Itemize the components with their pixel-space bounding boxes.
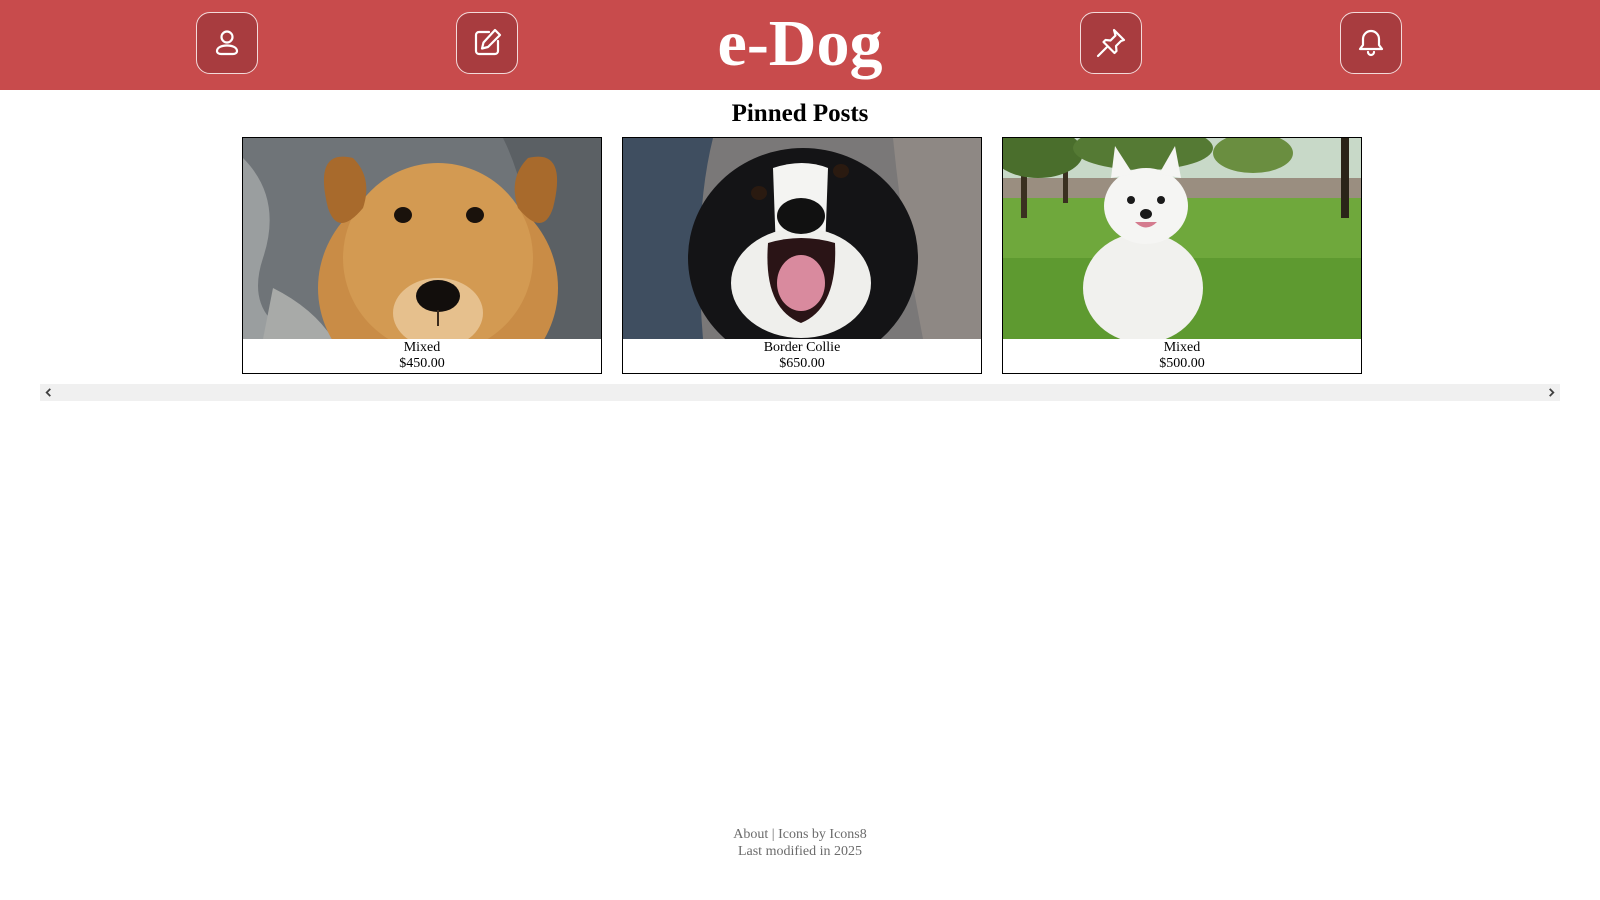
user-icon [215,30,239,56]
tan-dog-face-photo [243,138,601,339]
edit-icon [474,28,502,56]
footer: About | Icons by Icons8 Last modified in… [0,826,1600,860]
post-card[interactable]: Border Collie $650.00 [622,137,982,374]
new-post-button[interactable] [456,12,518,74]
bell-icon [1358,29,1384,57]
scroll-left-button[interactable] [40,384,57,401]
horizontal-scrollbar[interactable] [40,384,1560,401]
last-modified-text: Last modified in 2025 [737,844,863,859]
white-puppy-on-grass-photo [1003,138,1361,339]
post-price: $650.00 [779,356,825,371]
pinned-posts-carousel[interactable]: Mixed $450.00 Border Collie $650.00 Mixe… [40,136,1560,402]
profile-button[interactable] [196,12,258,74]
post-price: $450.00 [399,356,445,371]
notifications-button[interactable] [1340,12,1402,74]
post-breed: Border Collie [763,340,841,355]
pinned-button[interactable] [1080,12,1142,74]
footer-separator: | [771,827,775,842]
header-bar: e-Dog [0,0,1600,90]
post-breed: Mixed [1163,340,1201,355]
pinned-posts-list: Mixed $450.00 Border Collie $650.00 Mixe… [242,137,1362,375]
footer-links: About | Icons by Icons8 [0,826,1600,843]
post-price: $500.00 [1159,356,1205,371]
post-breed: Mixed [403,340,441,355]
post-card[interactable]: Mixed $500.00 [1002,137,1362,374]
about-link[interactable]: About [733,827,768,842]
pin-icon [1096,28,1126,58]
icons8-credit-link[interactable]: Icons by Icons8 [778,827,867,842]
chevron-right-icon [1549,388,1555,397]
chevron-left-icon [45,388,51,397]
border-collie-photo [623,138,981,339]
scroll-right-button[interactable] [1543,384,1560,401]
post-card[interactable]: Mixed $450.00 [242,137,602,374]
pinned-posts-title: Pinned Posts [731,100,869,127]
